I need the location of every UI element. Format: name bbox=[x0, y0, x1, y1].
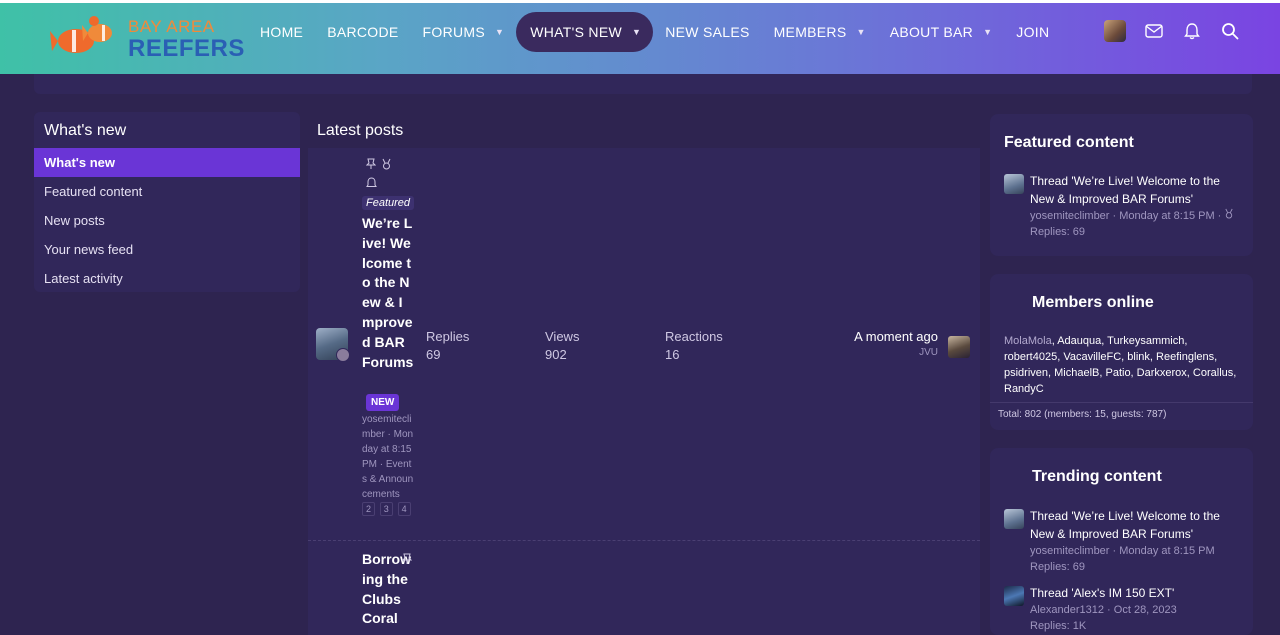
sidebar-item-news-feed[interactable]: Your news feed bbox=[34, 235, 300, 264]
replies-stat: Replies 69 bbox=[426, 328, 469, 364]
new-badge: NEW bbox=[366, 394, 400, 411]
widget-title: Trending content bbox=[1032, 468, 1162, 485]
chevron-down-icon[interactable]: ▼ bbox=[495, 27, 504, 37]
nav-join-label: JOIN bbox=[1016, 24, 1050, 40]
nav-whats-new-label: WHAT'S NEW bbox=[530, 24, 622, 40]
thread-list: Featured We’re Live! Welcome to the New … bbox=[308, 148, 980, 635]
last-post-time[interactable]: A moment ago bbox=[854, 329, 938, 344]
site-logo[interactable]: BAY AREA REEFERS bbox=[50, 9, 244, 65]
online-total: Total: 802 (members: 15, guests: 787) bbox=[990, 402, 1253, 426]
widget-thread-item[interactable]: Thread 'We’re Live! Welcome to the New &… bbox=[1004, 507, 1244, 575]
nav-members-label: MEMBERS bbox=[773, 24, 847, 40]
nav-new-sales[interactable]: NEW SALES bbox=[653, 12, 761, 52]
thread-thumbnail bbox=[1004, 509, 1024, 529]
sidebar-item-latest-activity[interactable]: Latest activity bbox=[34, 264, 300, 292]
views-value: 902 bbox=[545, 347, 567, 362]
nav-forums[interactable]: FORUMS ▼ bbox=[411, 12, 517, 52]
members-online-widget: Members online MolaMola, Adauqua, Turkey… bbox=[990, 274, 1253, 430]
thread-title[interactable]: We’re Live! Welcome to the New & Improve… bbox=[362, 214, 414, 372]
nav-new-sales-label: NEW SALES bbox=[665, 24, 750, 40]
logo-line2: REEFERS bbox=[128, 35, 245, 62]
pin-icon bbox=[401, 553, 413, 568]
featured-label: Featured bbox=[362, 196, 415, 210]
sidebar-item-new-posts[interactable]: New posts bbox=[34, 206, 300, 235]
sidebar-item-featured-content[interactable]: Featured content bbox=[34, 177, 300, 206]
widget-thread-meta: Alexander1312 · Oct 28, 2023 bbox=[1030, 604, 1177, 616]
chevron-down-icon[interactable]: ▼ bbox=[983, 27, 992, 37]
clownfish-logo-icon bbox=[50, 16, 112, 53]
logo-line1: BAY AREA bbox=[128, 17, 215, 36]
replies-value: 69 bbox=[426, 347, 441, 362]
online-member[interactable]: MolaMola bbox=[1004, 335, 1052, 347]
widget-thread-item[interactable]: Thread 'We’re Live! Welcome to the New &… bbox=[1004, 172, 1239, 240]
page-title: Latest posts bbox=[317, 122, 404, 139]
thread-meta-text[interactable]: yosemiteclimber · Monday at 8:15 PM · Ev… bbox=[362, 414, 413, 500]
nav-home[interactable]: HOME bbox=[248, 12, 315, 52]
views-stat: Views 902 bbox=[545, 328, 579, 364]
reactions-value: 16 bbox=[665, 347, 680, 362]
user-avatar[interactable] bbox=[1104, 20, 1126, 42]
widget-title: Featured content bbox=[1004, 134, 1134, 151]
thread-thumbnail bbox=[1004, 174, 1024, 194]
whats-new-sidebar: What's new What's new Featured content N… bbox=[34, 112, 300, 292]
widget-thread-replies: Replies: 69 bbox=[1030, 561, 1086, 573]
thread-status-icons bbox=[365, 158, 406, 192]
sidebar-item-whats-new[interactable]: What's new bbox=[34, 148, 300, 177]
replies-label: Replies bbox=[426, 329, 470, 344]
page-link[interactable]: 3 bbox=[379, 502, 393, 516]
widget-thread-text[interactable]: Thread 'We’re Live! Welcome to the New &… bbox=[1030, 172, 1239, 208]
thread-thumbnail bbox=[1004, 586, 1024, 606]
site-header: BAY AREA REEFERS HOME BARCODE FORUMS ▼ WH… bbox=[0, 0, 1280, 74]
thread-meta: yosemiteclimber · Monday at 8:15 PM · Ev… bbox=[362, 412, 414, 517]
online-members-list[interactable]: MolaMola, Adauqua, Turkeysammich, robert… bbox=[1004, 333, 1244, 397]
reactions-label: Reactions bbox=[665, 329, 723, 344]
bell-icon[interactable] bbox=[1182, 21, 1202, 41]
widget-thread-text[interactable]: Thread 'Alex's IM 150 EXT' bbox=[1030, 584, 1244, 602]
widget-thread-replies: Replies: 69 bbox=[1030, 226, 1086, 238]
watched-bell-icon bbox=[366, 177, 377, 192]
views-label: Views bbox=[545, 329, 580, 344]
row-divider bbox=[308, 540, 980, 541]
search-icon[interactable] bbox=[1220, 21, 1240, 41]
nav-forums-label: FORUMS bbox=[422, 24, 486, 40]
medal-icon bbox=[1224, 208, 1234, 222]
inbox-icon[interactable] bbox=[1144, 21, 1164, 41]
thread-row[interactable]: Featured We’re Live! Welcome to the New … bbox=[308, 148, 980, 540]
page-link[interactable]: 2 bbox=[362, 502, 376, 516]
nav-whats-new[interactable]: WHAT'S NEW ▼ bbox=[516, 12, 654, 52]
sidebar-list: What's new Featured content New posts Yo… bbox=[34, 148, 300, 292]
widget-thread-item[interactable]: Thread 'Alex's IM 150 EXT' Alexander1312… bbox=[1004, 584, 1244, 634]
last-poster-avatar[interactable] bbox=[948, 336, 970, 358]
sidebar-title: What's new bbox=[44, 122, 127, 139]
nav-barcode-label: BARCODE bbox=[327, 24, 399, 40]
widget-thread-text[interactable]: Thread 'We’re Live! Welcome to the New &… bbox=[1030, 507, 1244, 543]
widget-thread-replies: Replies: 1K bbox=[1030, 620, 1087, 632]
header-actions bbox=[1104, 20, 1240, 42]
last-post-user[interactable]: JVU bbox=[919, 347, 938, 358]
widget-thread-meta: yosemiteclimber · Monday at 8:15 PM · bbox=[1030, 208, 1239, 224]
header-subbar bbox=[34, 74, 1252, 94]
pin-icon bbox=[365, 158, 377, 173]
widget-title: Members online bbox=[1032, 294, 1154, 311]
widget-thread-meta: yosemiteclimber · Monday at 8:15 PM bbox=[1030, 545, 1215, 557]
nav-about-bar-label: ABOUT BAR bbox=[889, 24, 974, 40]
featured-content-widget: Featured content Thread 'We’re Live! Wel… bbox=[990, 114, 1253, 256]
nav-barcode[interactable]: BARCODE bbox=[315, 12, 410, 52]
page-link[interactable]: 4 bbox=[397, 502, 411, 516]
last-poster-mini-avatar bbox=[336, 348, 350, 362]
chevron-down-icon[interactable]: ▼ bbox=[856, 27, 865, 37]
nav-join[interactable]: JOIN bbox=[1004, 12, 1061, 52]
trending-content-widget: Trending content Thread 'We’re Live! Wel… bbox=[990, 448, 1253, 635]
medal-icon bbox=[381, 158, 392, 173]
nav-about-bar[interactable]: ABOUT BAR ▼ bbox=[878, 12, 1005, 52]
nav-members[interactable]: MEMBERS ▼ bbox=[762, 12, 878, 52]
chevron-down-icon[interactable]: ▼ bbox=[632, 27, 641, 37]
main-nav: HOME BARCODE FORUMS ▼ WHAT'S NEW ▼ NEW SAL… bbox=[248, 12, 1061, 52]
reactions-stat: Reactions 16 bbox=[665, 328, 723, 364]
nav-home-label: HOME bbox=[260, 24, 304, 40]
widget-thread-meta-text: yosemiteclimber · Monday at 8:15 PM · bbox=[1030, 210, 1222, 222]
